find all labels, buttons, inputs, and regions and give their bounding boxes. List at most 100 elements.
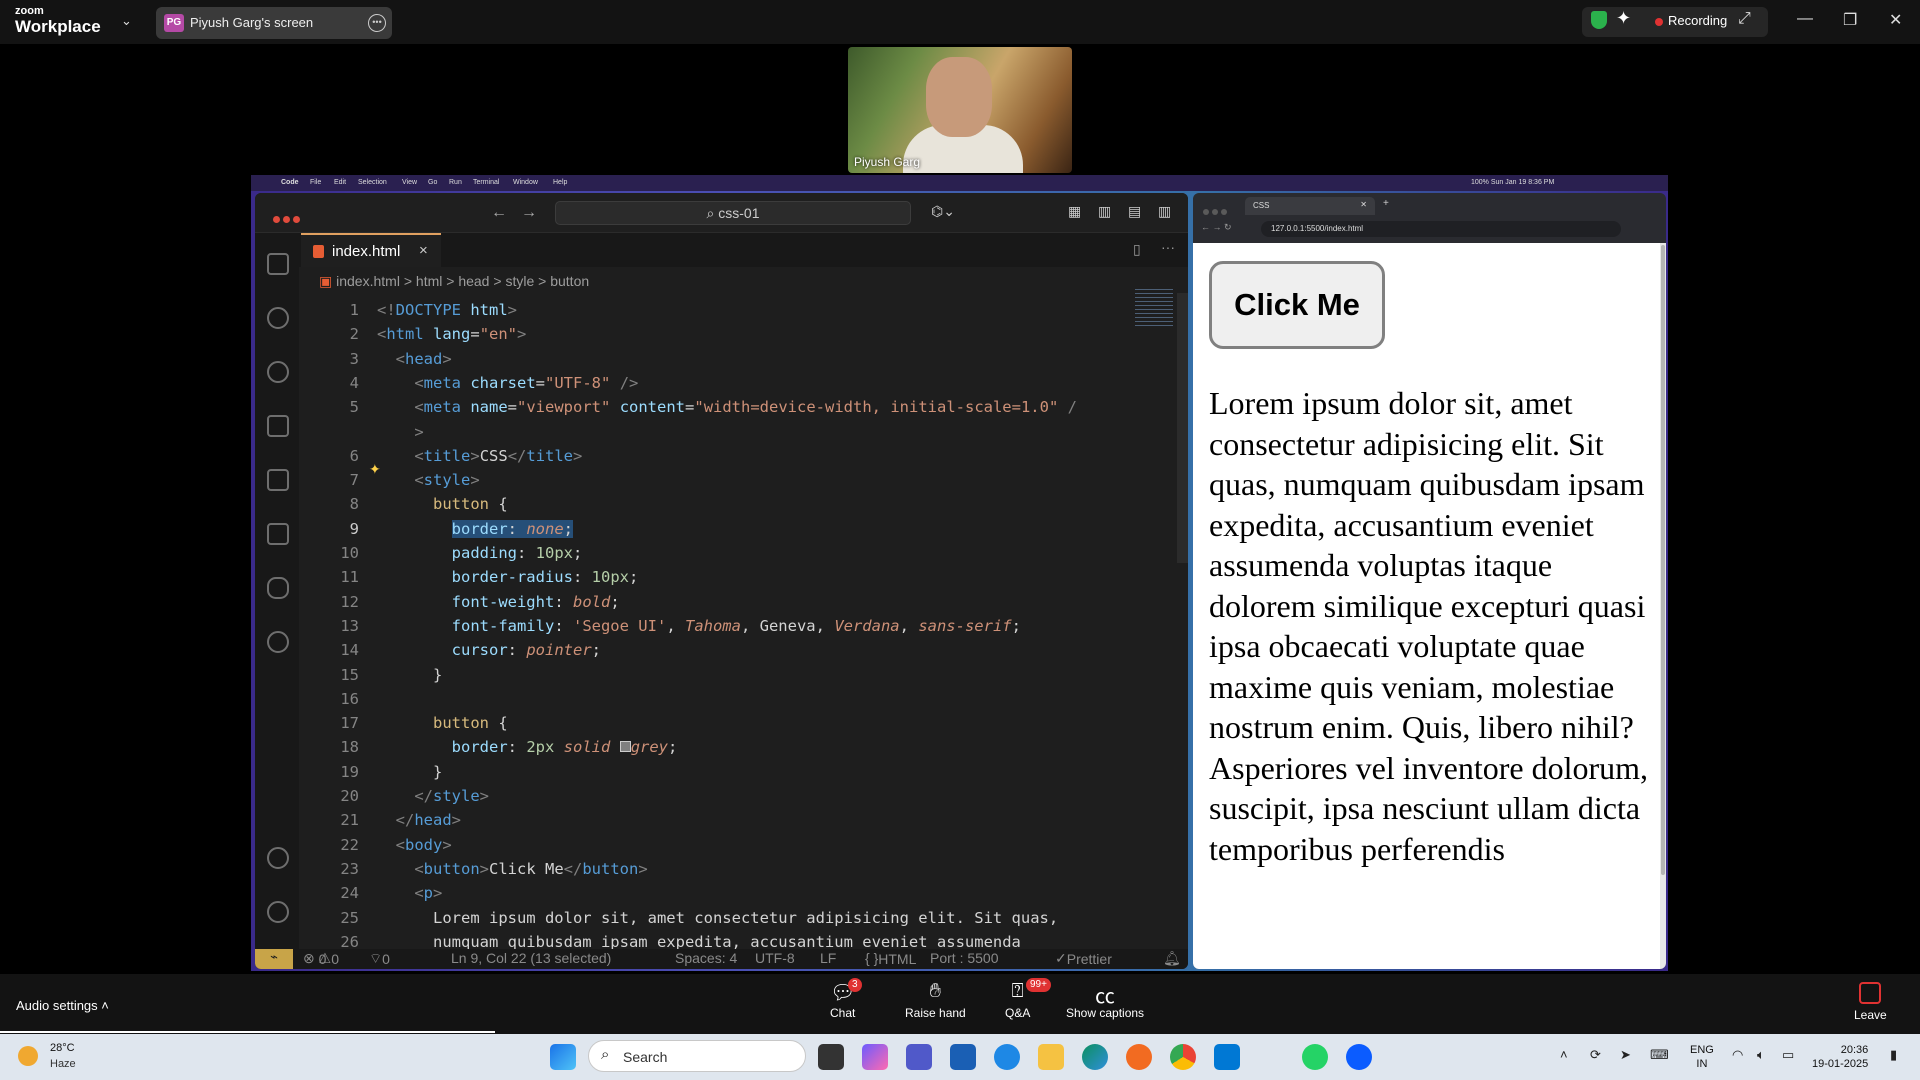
raise-hand-button[interactable]: ✋︎ Raise hand [905,980,966,1020]
run-debug-icon[interactable] [267,415,289,437]
close-icon[interactable]: ✕ [1889,10,1902,30]
zoom-logo[interactable]: zoom Workplace [15,6,101,36]
menu-item[interactable]: Selection [358,179,387,186]
editor-scrollbar[interactable] [1177,293,1188,563]
code-line[interactable]: </head> [377,811,461,829]
window-controls[interactable] [273,210,303,228]
new-tab-icon[interactable]: + [1383,198,1389,209]
menu-item[interactable]: View [402,179,417,186]
code-line[interactable]: <style> [377,471,479,489]
live-server-port[interactable]: Port : 5500 [930,950,999,966]
code-line[interactable]: border: 2px solid grey; [377,738,678,756]
language-mode[interactable]: { } HTML [865,950,916,967]
expand-icon[interactable]: ⤢ [1738,10,1751,28]
copilot-icon[interactable]: ⌬⌄ [931,203,955,220]
browser-nav-icons[interactable]: ← → ↻ [1201,222,1232,233]
browser-tab[interactable]: CSS ✕ [1245,197,1375,215]
menu-item[interactable]: Edit [334,179,346,186]
notification-icon[interactable]: ▮ [1890,1047,1897,1063]
code-line[interactable]: <meta charset="UTF-8" /> [377,374,638,392]
battery-icon[interactable]: ▭ [1782,1047,1794,1063]
gear-icon[interactable] [267,901,289,923]
ports-indicator[interactable]: ⌔ 0 [369,950,390,968]
end-of-line[interactable]: LF [820,950,836,966]
breadcrumb-item[interactable]: button [550,273,589,289]
code-line[interactable]: <p> [377,884,442,902]
show-captions-button[interactable]: ㏄ Show captions [1066,980,1144,1020]
click-me-button[interactable]: Click Me [1209,261,1385,349]
tab-index-html[interactable]: index.html × [301,233,441,267]
breadcrumb-item[interactable]: html [416,273,442,289]
customize-layout-icon[interactable]: ▦ [1068,203,1081,220]
code-line[interactable]: padding: 10px; [377,544,583,562]
wifi-icon[interactable]: ◠ [1732,1047,1743,1063]
breadcrumb-item[interactable]: head [458,273,489,289]
encoding[interactable]: UTF-8 [755,950,795,966]
file-explorer-icon[interactable] [1038,1044,1064,1070]
task-view-icon[interactable] [818,1044,844,1070]
split-editor-icon[interactable]: ▯ [1133,241,1141,258]
chrome-icon[interactable] [1170,1044,1196,1070]
thunder-client-icon[interactable] [267,631,289,653]
chevron-up-icon[interactable]: ˄ [1560,1047,1568,1062]
keyboard-icon[interactable]: ⌨ [1650,1047,1669,1063]
menu-item[interactable]: Terminal [473,179,499,186]
code-line[interactable]: > [377,423,423,441]
toggle-secondary-sidebar-icon[interactable]: ▥ [1158,203,1171,220]
audio-settings[interactable]: Audio settings ˄ [16,998,109,1013]
menu-item[interactable]: Go [428,179,437,186]
input-language[interactable]: ENG IN [1690,1043,1714,1071]
back-arrow-icon[interactable]: ← [491,204,507,222]
code-line[interactable]: numquam quibusdam ipsam expedita, accusa… [377,933,1021,949]
code-line[interactable]: font-family: 'Segoe UI', Tahoma, Geneva,… [377,617,1021,635]
code-line[interactable]: <html lang="en"> [377,325,526,343]
security-shield-icon[interactable] [1591,11,1607,29]
chevron-down-icon[interactable]: ⌄ [121,13,132,29]
windows-start-icon[interactable] [550,1044,576,1070]
indentation[interactable]: Spaces: 4 [675,950,737,966]
menu-item[interactable]: Window [513,179,538,186]
sync-icon[interactable]: ⟳ [1590,1047,1601,1063]
code-line[interactable]: <title>CSS</title> [377,447,582,465]
volume-icon[interactable]: 🔈︎ [1757,1047,1765,1063]
code-line[interactable]: <body> [377,836,452,854]
explorer-icon[interactable] [267,253,289,275]
search-icon[interactable] [267,307,289,329]
brave-icon[interactable] [1126,1044,1152,1070]
store-icon[interactable] [950,1044,976,1070]
code-line[interactable]: Lorem ipsum dolor sit, amet consectetur … [377,909,1058,927]
copilot-icon[interactable] [862,1044,888,1070]
minimap[interactable] [1135,289,1173,329]
code-line[interactable]: button { [377,714,508,732]
remote-explorer-icon[interactable] [267,469,289,491]
close-tab-icon[interactable]: ✕ [1360,200,1367,209]
toggle-sidebar-icon[interactable]: ▥ [1098,203,1111,220]
menu-item[interactable]: Code [281,179,299,186]
page-scrollbar[interactable] [1660,243,1666,969]
code-line[interactable]: <head> [377,350,452,368]
restore-icon[interactable]: ❐ [1843,10,1857,30]
code-line[interactable]: <!DOCTYPE html> [377,301,517,319]
screen-share-pill[interactable]: PG Piyush Garg's screen ••• [156,7,392,39]
teams-icon[interactable] [906,1044,932,1070]
code-line[interactable]: <button>Click Me</button> [377,860,647,878]
account-icon[interactable] [267,847,289,869]
menu-item[interactable]: Run [449,179,462,186]
forward-arrow-icon[interactable]: → [521,204,537,222]
vscode-icon[interactable] [1214,1044,1240,1070]
whatsapp-icon[interactable] [1302,1044,1328,1070]
code-line[interactable]: } [377,666,442,684]
docker-icon[interactable] [267,577,289,599]
help-icon[interactable] [994,1044,1020,1070]
more-actions-icon[interactable]: ··· [1161,239,1175,255]
clock[interactable]: 20:36 19-01-2025 [1812,1043,1868,1071]
source-control-icon[interactable] [267,361,289,383]
extensions-icon[interactable] [267,523,289,545]
minimize-icon[interactable]: — [1797,10,1813,28]
code-line[interactable]: </style> [377,787,489,805]
code-line[interactable]: font-weight: bold; [377,593,620,611]
cursor-position[interactable]: Ln 9, Col 22 (13 selected) [451,950,611,966]
menu-item[interactable]: File [310,179,321,186]
leave-button[interactable]: Leave [1854,982,1887,1022]
taskbar-search[interactable]: ⌕ Search [588,1040,806,1072]
